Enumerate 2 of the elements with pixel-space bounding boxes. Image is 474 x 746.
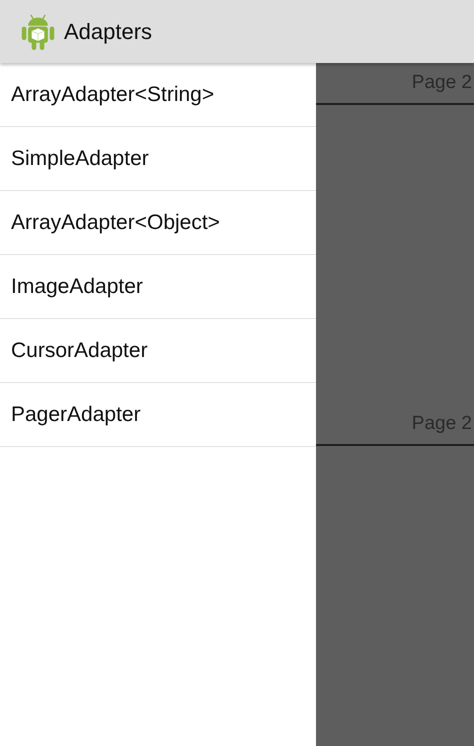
robot-icon — [20, 12, 56, 52]
app-title: Adapters — [64, 18, 152, 44]
